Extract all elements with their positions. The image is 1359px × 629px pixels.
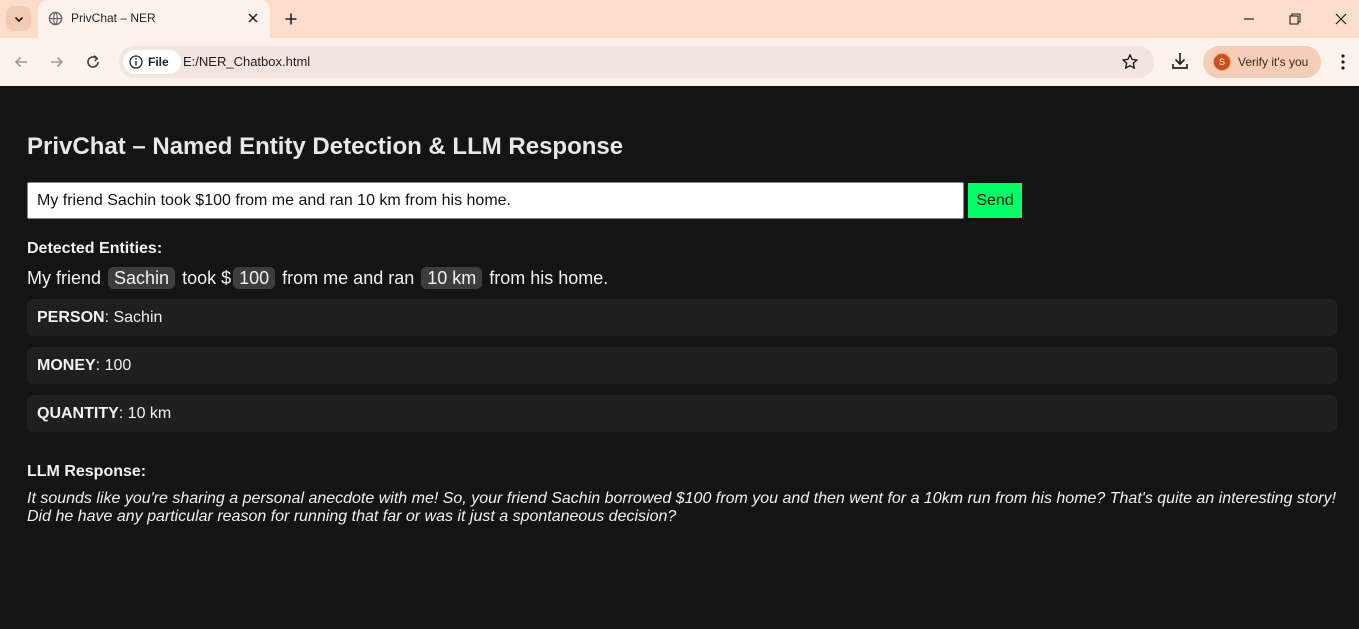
tab-title: PrivChat – NER xyxy=(71,11,156,25)
avatar: S xyxy=(1213,53,1231,71)
detected-entities-label: Detected Entities: xyxy=(27,240,163,257)
close-icon xyxy=(1335,13,1347,25)
entity-highlight-money: 100 xyxy=(233,267,276,289)
more-vert-icon xyxy=(1341,54,1345,70)
site-info-chip[interactable]: File xyxy=(123,50,181,74)
chevron-down-icon xyxy=(14,16,23,22)
browser-toolbar: File E:/NER_Chatbox.html S Verify it's y… xyxy=(0,38,1359,86)
verify-profile-button[interactable]: S Verify it's you xyxy=(1203,46,1321,78)
arrow-right-icon xyxy=(51,56,64,68)
new-tab-button[interactable] xyxy=(281,9,301,29)
entity-card-quantity: QUANTITY: 10 km xyxy=(27,395,1337,432)
address-bar[interactable]: File E:/NER_Chatbox.html xyxy=(119,46,1154,78)
reload-icon xyxy=(87,55,99,68)
message-input[interactable] xyxy=(27,182,964,219)
close-icon xyxy=(248,13,258,23)
info-icon xyxy=(129,55,143,69)
llm-response-text: It sounds like you're sharing a personal… xyxy=(27,490,1337,525)
highlighted-sentence: My friend Sachin took $100 from me and r… xyxy=(27,266,608,290)
back-button[interactable] xyxy=(9,50,33,74)
entity-card-person: PERSON: Sachin xyxy=(27,299,1337,336)
plus-icon xyxy=(285,13,297,25)
restore-icon xyxy=(1289,13,1301,25)
browser-menu-button[interactable] xyxy=(1333,52,1353,72)
sentence-text: My friend xyxy=(27,268,107,288)
sentence-text: from his home. xyxy=(484,268,609,288)
entity-type: PERSON xyxy=(37,309,105,326)
entity-highlight-person: Sachin xyxy=(108,267,176,289)
url-text[interactable]: E:/NER_Chatbox.html xyxy=(183,54,310,69)
restore-button[interactable] xyxy=(1272,0,1318,38)
close-window-button[interactable] xyxy=(1318,0,1359,38)
site-chip-label: File xyxy=(148,55,169,69)
sentence-text: took $ xyxy=(177,268,232,288)
tab-search-button[interactable] xyxy=(6,6,31,31)
llm-response-label: LLM Response: xyxy=(27,463,147,480)
sentence-text: from me and ran xyxy=(277,268,420,288)
close-tab-button[interactable] xyxy=(244,9,262,27)
page-title: PrivChat – Named Entity Detection & LLM … xyxy=(27,133,624,160)
page-content: PrivChat – Named Entity Detection & LLM … xyxy=(0,86,1359,629)
entity-card-money: MONEY: 100 xyxy=(27,347,1337,384)
entity-value: : 10 km xyxy=(118,405,172,422)
entity-type: MONEY xyxy=(37,357,96,374)
bookmark-star-icon[interactable] xyxy=(1121,53,1139,71)
download-icon[interactable] xyxy=(1169,50,1191,72)
minimize-button[interactable] xyxy=(1226,0,1272,38)
forward-button[interactable] xyxy=(45,50,69,74)
minimize-icon xyxy=(1244,18,1254,20)
verify-label: Verify it's you xyxy=(1238,55,1309,69)
reload-button[interactable] xyxy=(81,50,105,74)
entity-type: QUANTITY xyxy=(37,405,119,422)
send-button[interactable]: Send xyxy=(968,183,1022,218)
browser-titlebar: PrivChat – NER xyxy=(0,0,1359,38)
entity-value: : 100 xyxy=(95,357,132,374)
globe-icon xyxy=(48,11,63,26)
entity-value: : Sachin xyxy=(104,309,163,326)
browser-tab[interactable]: PrivChat – NER xyxy=(38,0,270,38)
entity-highlight-quantity: 10 km xyxy=(421,267,483,289)
arrow-left-icon xyxy=(14,56,27,68)
